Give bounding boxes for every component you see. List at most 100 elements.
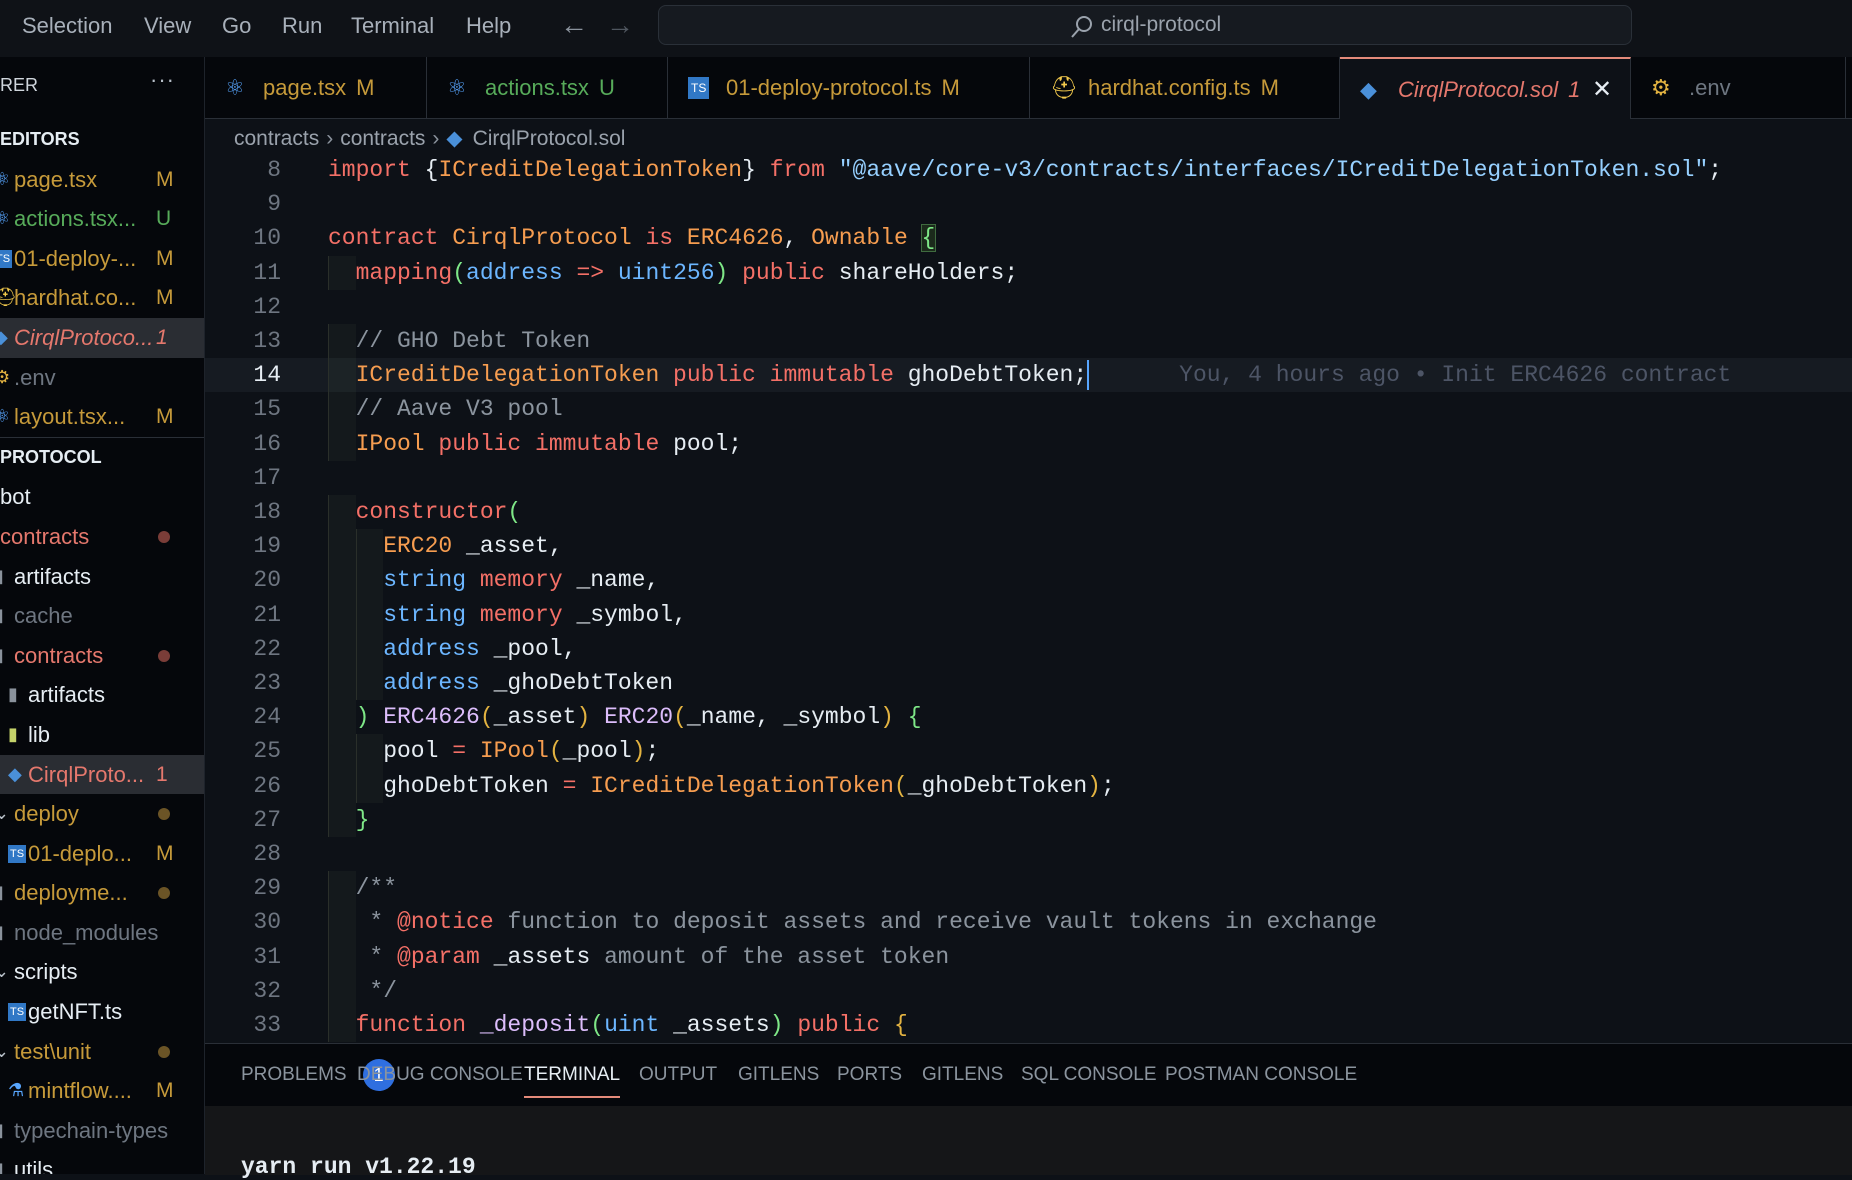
tree-item[interactable]: ▮ node_modules bbox=[0, 913, 204, 953]
tree-item[interactable]: ⛑hardhat.co...M bbox=[0, 278, 204, 318]
code-token: ) bbox=[1087, 772, 1101, 799]
tab-hardhat-config-ts[interactable]: ⛑ hardhat.config.ts M bbox=[1030, 57, 1340, 118]
panel-tab-gitlens[interactable]: GITLENS bbox=[922, 1044, 1003, 1106]
menu-selection[interactable]: Selection bbox=[22, 0, 113, 52]
code-content: contract CirqlProtocol is ERC4626, Ownab… bbox=[328, 221, 937, 255]
code-line[interactable]: 24) ERC4626(_asset) ERC20(_name, _symbol… bbox=[205, 700, 1852, 735]
tree-item[interactable]: ◆CirqlProtoco...1 bbox=[0, 317, 204, 358]
line-number: 10 bbox=[253, 225, 281, 252]
code-line[interactable]: 21 string memory _symbol, bbox=[205, 597, 1852, 632]
code-line[interactable]: 32 */ bbox=[205, 973, 1852, 1008]
section-header[interactable]: EDITORS bbox=[0, 120, 204, 160]
tab-page-tsx[interactable]: ⚛ page.tsx M bbox=[205, 57, 427, 118]
tree-item[interactable]: ▮ deployme... bbox=[0, 873, 204, 913]
arrow-left-icon[interactable]: ← bbox=[560, 9, 588, 41]
panel-tab-debug-console[interactable]: DEBUG CONSOLE bbox=[357, 1044, 523, 1106]
menu-help[interactable]: Help bbox=[466, 0, 511, 52]
code-line[interactable]: 9 bbox=[205, 187, 1852, 221]
tree-item[interactable]: TS01-deploy-... M bbox=[0, 239, 204, 279]
tree-item[interactable]: ▮ artifacts bbox=[0, 675, 204, 715]
code-line[interactable]: 15 // Aave V3 pool bbox=[205, 392, 1852, 427]
code-line[interactable]: 20 string memory _name, bbox=[205, 563, 1852, 598]
panel-tab-sql-console[interactable]: SQL CONSOLE bbox=[1021, 1044, 1157, 1106]
code-line[interactable]: 10 contract CirqlProtocol is ERC4626, Own… bbox=[205, 221, 1852, 255]
panel-tab-output[interactable]: OUTPUT bbox=[639, 1044, 717, 1106]
code-line[interactable]: 26 ghoDebtToken = ICreditDelegationToken(… bbox=[205, 768, 1852, 803]
menu-terminal[interactable]: Terminal bbox=[351, 0, 434, 52]
code-line[interactable]: 25 pool = IPool(_pool); bbox=[205, 734, 1852, 769]
tree-item[interactable]: ◆ CirqlProto... 1 bbox=[0, 754, 204, 795]
tree-item[interactable]: bot bbox=[0, 477, 204, 517]
command-center-search[interactable]: cirql-protocol bbox=[658, 5, 1632, 45]
panel-tab-postman-console[interactable]: POSTMAN CONSOLE bbox=[1165, 1044, 1357, 1106]
tree-item[interactable]: TS 01-deplo... M bbox=[0, 834, 204, 874]
menu-view[interactable]: View bbox=[144, 0, 191, 52]
tree-item[interactable]: ▮ typechain-types bbox=[0, 1111, 204, 1151]
tree-item[interactable]: ⚛page.tsx M bbox=[0, 160, 204, 200]
more-actions-icon[interactable]: ··· bbox=[150, 67, 175, 93]
menu-go[interactable]: Go bbox=[222, 0, 251, 52]
code-token: ghoDebtToken; bbox=[907, 362, 1088, 389]
tree-item[interactable]: ⚛actions.tsx... U bbox=[0, 199, 204, 239]
code-line[interactable]: 16 IPool public immutable pool; bbox=[205, 426, 1852, 461]
tree-item[interactable]: ⚛layout.tsx... M bbox=[0, 397, 204, 437]
code-line[interactable]: 18 constructor( bbox=[205, 495, 1852, 530]
code-line[interactable]: 27} bbox=[205, 802, 1852, 837]
code-token: ERC4626 bbox=[383, 704, 480, 731]
tab-env[interactable]: ⚙ .env bbox=[1631, 57, 1846, 118]
panel-tab-terminal[interactable]: TERMINAL bbox=[524, 1044, 621, 1106]
tree-item[interactable]: contracts bbox=[0, 517, 204, 557]
code-line[interactable]: 33 function _deposit(uint _assets) public… bbox=[205, 1008, 1852, 1043]
tab-actions-tsx[interactable]: ⚛ actions.tsx U bbox=[427, 57, 668, 118]
code-line[interactable]: 29 /** bbox=[205, 871, 1852, 906]
tree-item[interactable]: ▮ artifacts bbox=[0, 557, 204, 597]
code-token: _ghoDebtToken bbox=[907, 772, 1088, 799]
code-line[interactable]: 11 mapping(address => uint256) public sha… bbox=[205, 255, 1852, 290]
breadcrumb-item[interactable]: contracts bbox=[340, 127, 425, 150]
tree-item[interactable]: ⌄test\unit bbox=[0, 1032, 204, 1072]
code-content: IPool public immutable pool; bbox=[328, 426, 742, 461]
code-token: public bbox=[728, 259, 839, 286]
tree-item[interactable]: ▮ contracts bbox=[0, 636, 204, 676]
close-icon[interactable]: ✕ bbox=[1592, 59, 1612, 120]
breadcrumb-item[interactable]: contracts bbox=[234, 127, 319, 150]
typescript-icon: TS bbox=[688, 77, 710, 99]
code-token: * bbox=[355, 943, 398, 970]
tree-item[interactable]: ▮ cache bbox=[0, 596, 204, 636]
code-token: @param bbox=[397, 943, 494, 970]
code-line[interactable]: 31 * @param _assets amount of the asset … bbox=[205, 939, 1852, 974]
code-line[interactable]: 13 // GHO Debt Token bbox=[205, 324, 1852, 359]
code-line[interactable]: 30 * @notice function to deposit assets … bbox=[205, 905, 1852, 940]
tree-item[interactable]: ⚗ mintflow.... M bbox=[0, 1071, 204, 1111]
tree-item[interactable]: TS getNFT.ts bbox=[0, 992, 204, 1032]
code-line[interactable]: 19 ERC20 _asset, bbox=[205, 529, 1852, 564]
panel-tab-gitlens[interactable]: GITLENS bbox=[738, 1044, 819, 1106]
indent-guide bbox=[328, 871, 356, 906]
code-token: _name, bbox=[576, 567, 660, 594]
tab-label: 01-deploy-protocol.ts M bbox=[726, 57, 960, 118]
code-line[interactable]: 17 bbox=[205, 461, 1852, 495]
indent-guide bbox=[355, 768, 384, 803]
code-editor[interactable]: 8 import {ICreditDelegationToken} from "@… bbox=[205, 153, 1852, 1043]
code-line[interactable]: 22 address _pool, bbox=[205, 631, 1852, 666]
tab-status: M bbox=[1260, 75, 1279, 100]
tree-item[interactable]: ▮ utils bbox=[0, 1150, 204, 1174]
tree-item[interactable]: ⚙.env bbox=[0, 358, 204, 398]
terminal[interactable]: yarn run v1.22.19 bbox=[205, 1106, 1852, 1180]
tree-item[interactable]: ▮ lib bbox=[0, 715, 204, 755]
breadcrumb-item[interactable]: CirqlProtocol.sol bbox=[473, 127, 626, 150]
menu-run[interactable]: Run bbox=[282, 0, 322, 52]
tree-item[interactable]: ⌄scripts bbox=[0, 952, 204, 992]
section-header[interactable]: PROTOCOL bbox=[0, 436, 204, 478]
code-line[interactable]: 23 address _ghoDebtToken bbox=[205, 666, 1852, 701]
code-line[interactable]: 12 bbox=[205, 290, 1852, 324]
folder-icon: ▮ bbox=[0, 1150, 4, 1174]
code-line[interactable]: 28 bbox=[205, 837, 1852, 871]
tab-cirqlprotocol-sol[interactable]: ◆ CirqlProtocol.sol 1 ✕ bbox=[1340, 57, 1631, 119]
tree-item[interactable]: ⌄deploy bbox=[0, 794, 204, 834]
panel-tab-ports[interactable]: PORTS bbox=[837, 1044, 902, 1106]
code-line[interactable]: 8 import {ICreditDelegationToken} from "@… bbox=[205, 153, 1852, 187]
tab-01-deploy-protocol-ts[interactable]: TS 01-deploy-protocol.ts M bbox=[668, 57, 1030, 118]
code-line[interactable]: 14 ICreditDelegationToken public immutabl… bbox=[205, 358, 1852, 393]
arrow-right-icon[interactable]: → bbox=[606, 9, 634, 41]
